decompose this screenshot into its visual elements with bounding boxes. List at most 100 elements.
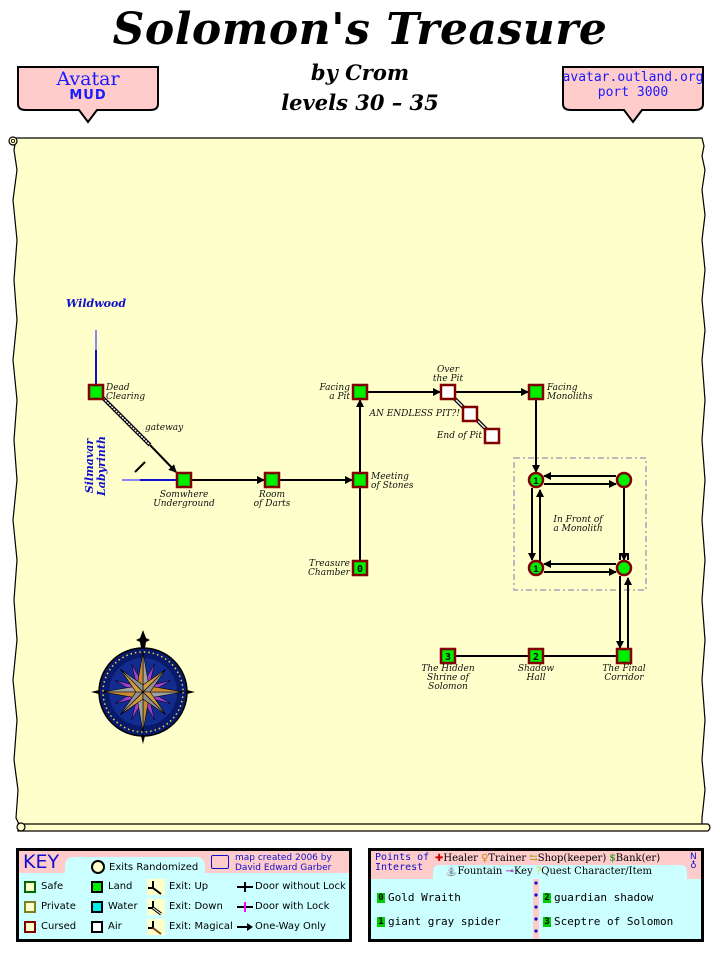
poi-item-3: 3 Sceptre of Solomon (543, 916, 673, 928)
zone-link-wildwood[interactable]: Wildwood (66, 297, 126, 310)
swatch-water (91, 901, 103, 913)
key-credit: map created 2006 by David Edward Garber (235, 853, 332, 873)
key-exit-up: Exit: Up (169, 881, 209, 892)
legend-healer: Healer (443, 853, 478, 864)
room-facing-monoliths[interactable] (527, 383, 545, 401)
shop-icon: ⇆ (529, 853, 538, 864)
poi-number-3: 3 (445, 652, 451, 663)
room-end-of-pit[interactable] (483, 427, 501, 445)
room-monolith-ne[interactable] (615, 471, 633, 489)
label-line: Hall (526, 673, 546, 683)
key-private: Private (41, 901, 76, 912)
label-line: Chamber (308, 568, 350, 578)
label-in-front-of-a-monolith: In Front of a Monolith (540, 516, 616, 534)
poi-legend-row2: ⛲Fountain ⊸Key ?Quest Character/Item (445, 866, 652, 878)
label-line: Corridor (604, 673, 644, 683)
label-meeting-of-stones: Meeting of Stones (371, 473, 414, 491)
key-exit-down: Exit: Down (169, 901, 223, 912)
legend-fountain: Fountain (457, 866, 503, 877)
exits-randomized-icon (91, 860, 105, 874)
room-meeting-of-stones[interactable] (351, 471, 369, 489)
label-end-of-pit: End of Pit (436, 431, 482, 441)
swatch-cursed (24, 921, 36, 933)
label-dead-clearing: Dead Clearing (106, 384, 145, 402)
label-an-endless-pit: AN ENDLESS PIT?! (369, 409, 460, 419)
key-land: Land (108, 881, 133, 892)
label-line: of Darts (253, 499, 291, 509)
legend-bank: Bank(er) (615, 853, 661, 864)
room-monolith-sw[interactable]: 1 (527, 559, 545, 577)
poi-title-line: Interest (375, 862, 424, 873)
north-compass-icon: N ♁ (690, 852, 697, 871)
swatch-air (91, 921, 103, 933)
poi-item-label: giant gray spider (388, 915, 501, 928)
poi-item-2: 2 guardian shadow (543, 892, 653, 904)
room-over-the-pit[interactable] (439, 383, 457, 401)
poi-item-label: Gold Wraith (388, 891, 461, 904)
label-line: Underground (153, 499, 215, 509)
door-type-icons (237, 882, 253, 931)
label-facing-a-pit: Facing a Pit (290, 384, 350, 402)
credit-line: David Edward Garber (235, 863, 332, 873)
label-treasure-chamber: Treasure Chamber (290, 560, 350, 578)
room-room-of-darts[interactable] (263, 471, 281, 489)
key-one-way: One-Way Only (255, 921, 326, 932)
label-line: a Pit (329, 392, 350, 402)
key-title: KEY (23, 851, 60, 873)
label-line: Monoliths (547, 392, 593, 402)
room-dead-clearing[interactable] (87, 383, 105, 401)
map-canvas: 0 1 1 2 3 (8, 136, 711, 832)
key-icon: ⊸ (505, 866, 514, 877)
fountain-icon: ⛲ (445, 866, 458, 877)
label-room-of-darts: Room of Darts (242, 491, 302, 509)
key-exit-magical: Exit: Magical (169, 921, 233, 932)
exit-type-icons (147, 879, 165, 935)
room-an-endless-pit[interactable] (461, 405, 479, 423)
poi-number-1: 1 (533, 477, 538, 487)
scroll-quill-icon (211, 855, 229, 869)
map-key-panel: KEY Exits Randomized map created 2006 by… (16, 848, 352, 942)
label-somewhere-underground: Somwhere Underground (144, 491, 224, 509)
compass-n-label: N (690, 852, 697, 862)
poi-number-badge: 1 (377, 917, 385, 927)
label-facing-monoliths: Facing Monoliths (547, 384, 593, 402)
poi-item-label: guardian shadow (554, 891, 654, 904)
poi-number-0: 0 (357, 564, 363, 575)
swatch-private (24, 901, 36, 913)
label-shadow-hall: Shadow Hall (506, 665, 566, 683)
key-exits-randomized: Exits Randomized (109, 862, 199, 873)
poi-number-badge: 3 (543, 917, 551, 927)
label-line: Solomon (428, 682, 468, 692)
room-hidden-shrine[interactable]: 3 (439, 647, 457, 665)
one-way-arrow-icon (247, 923, 253, 931)
room-monolith-se[interactable] (615, 559, 633, 577)
room-facing-a-pit[interactable] (351, 383, 369, 401)
credit-line: map created 2006 by (235, 853, 332, 863)
room-shadow-hall[interactable]: 2 (527, 647, 545, 665)
poi-item-0: 0 Gold Wraith (377, 892, 461, 904)
room-the-final-corridor[interactable] (615, 647, 633, 665)
key-air: Air (108, 921, 122, 932)
key-door-lock: Door with Lock (255, 901, 330, 912)
label-line: a Monolith (553, 524, 603, 534)
room-monolith-nw[interactable]: 1 (527, 471, 545, 489)
label-line: the Pit (432, 374, 464, 384)
poi-number-2: 2 (533, 652, 539, 663)
key-cursed: Cursed (41, 921, 77, 932)
swatch-land (91, 881, 103, 893)
label-line: Clearing (106, 392, 146, 402)
room-treasure-chamber[interactable]: 0 (351, 559, 369, 577)
legend-trainer: Trainer (488, 853, 527, 864)
label-hidden-shrine: The Hidden Shrine of Solomon (412, 665, 484, 692)
poi-title: Points of Interest (375, 853, 429, 873)
label-gateway: gateway (145, 423, 184, 433)
zone-link-silmavar-labyrinth[interactable]: Silmavar Labyrinth (83, 436, 108, 496)
room-somewhere-underground[interactable] (175, 471, 193, 489)
label-line: of Stones (371, 481, 414, 491)
poi-legend-row1: ✚Healer ♀Trainer ⇆Shop(keeper) $Bank(er) (435, 853, 660, 865)
legend-quest: Quest Character/Item (541, 866, 653, 877)
poi-number-badge: 2 (543, 893, 551, 903)
poi-number-badge: 0 (377, 893, 385, 903)
poi-item-1: 1 giant gray spider (377, 916, 501, 928)
key-water: Water (108, 901, 138, 912)
